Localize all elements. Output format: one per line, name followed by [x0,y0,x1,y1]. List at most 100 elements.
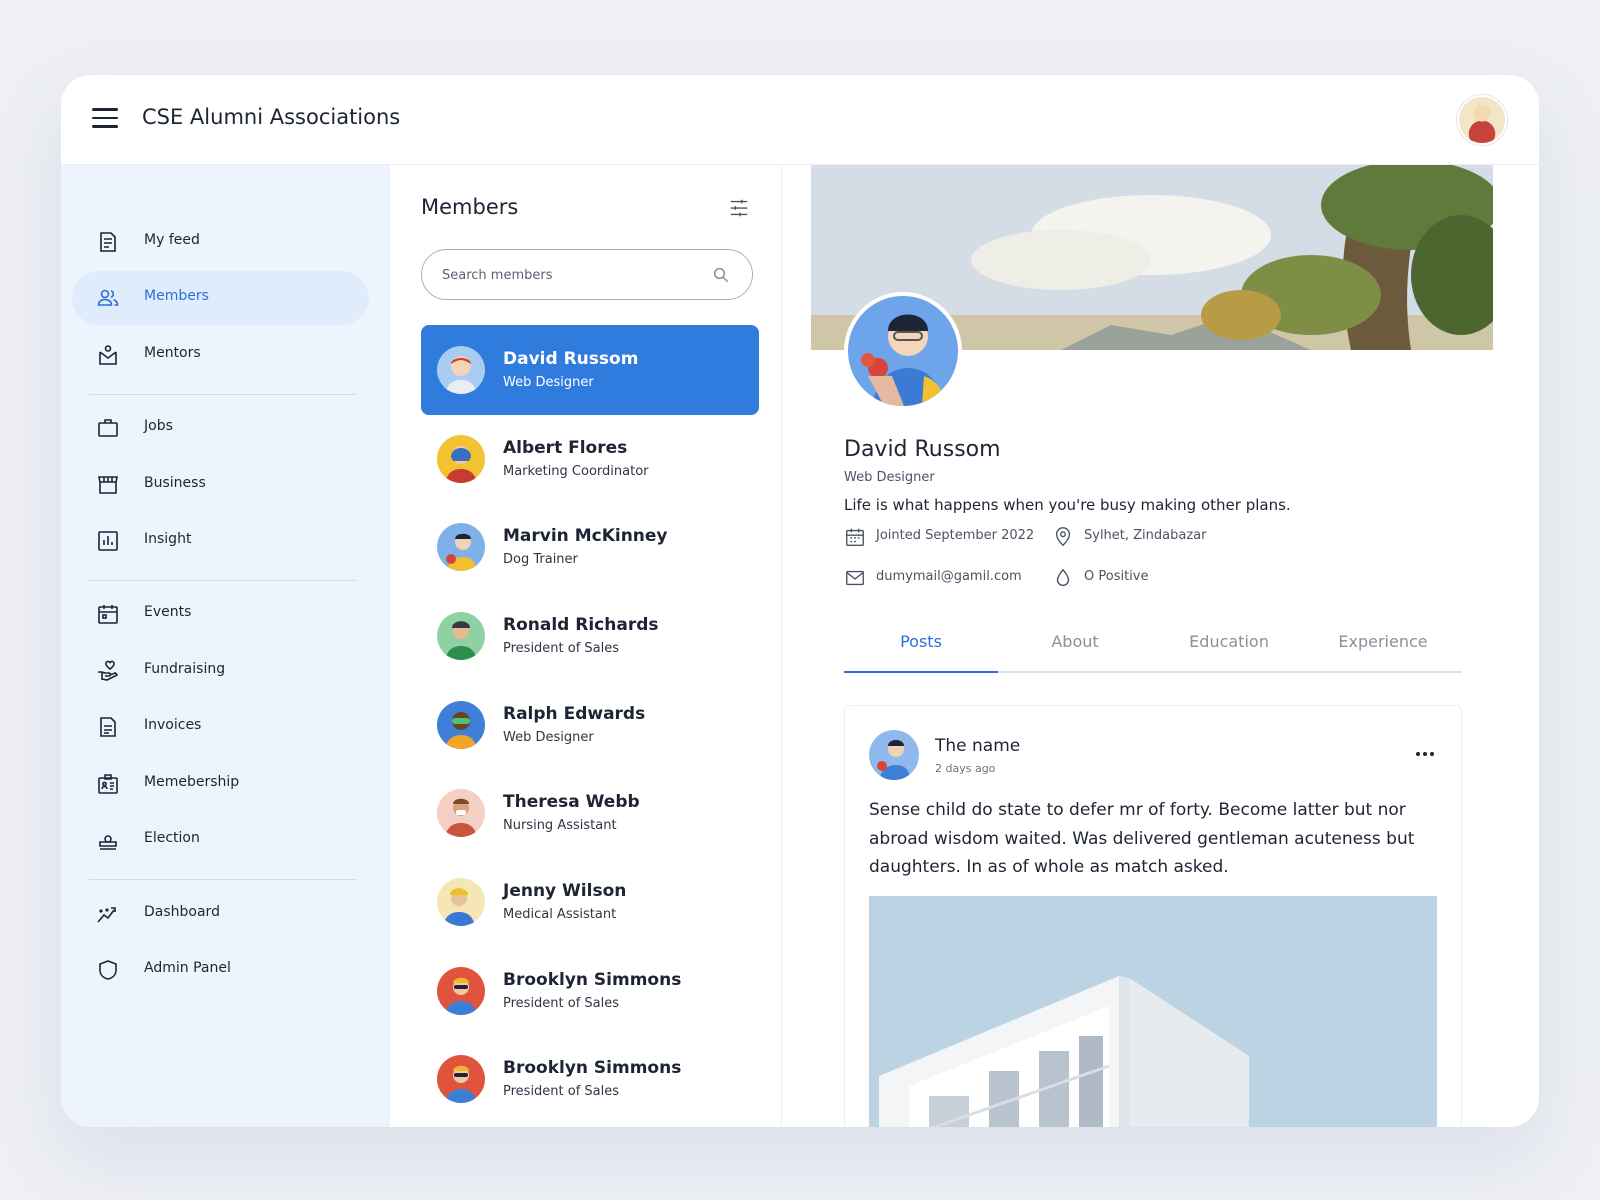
member-item[interactable]: Brooklyn Simmons President of Sales [421,946,759,1036]
member-item[interactable]: Ronald Richards President of Sales [421,591,759,681]
invoice-icon [100,717,116,737]
bar-chart-icon [98,531,118,551]
app-title: CSE Alumni Associations [142,105,401,129]
tab-experience[interactable]: Experience [1306,632,1460,651]
member-avatar [437,1055,485,1103]
member-item[interactable]: Theresa Webb Nursing Assistant [421,768,759,858]
sidebar-item-insight[interactable]: Insight [72,514,369,568]
member-role: President of Sales [503,1084,620,1099]
profile-tabs: Posts About Education Experience [844,620,1462,673]
profile-email: dumymail@gamil.com [876,569,1022,584]
sidebar-item-label: Mentors [144,345,201,361]
sidebar-item-label: Events [144,604,192,620]
sidebar-item-label: Members [144,288,209,304]
sidebar-item-admin-panel[interactable]: Admin Panel [72,943,369,997]
member-role: Nursing Assistant [503,818,617,833]
member-item[interactable]: Brooklyn Simmons President of Sales [421,1034,759,1124]
filter-sliders-icon[interactable] [728,197,750,219]
member-item[interactable]: Jenny Wilson Medical Assistant [421,857,759,947]
member-item[interactable]: Ralph Edwards Web Designer [421,680,759,770]
post-text: Sense child do state to defer mr of fort… [869,800,1415,877]
members-panel: Members David Russom Web Designer Albert… [390,165,782,1127]
sidebar-item-membership[interactable]: Memebership [72,757,369,811]
member-avatar [437,612,485,660]
sidebar-item-jobs[interactable]: Jobs [72,401,369,455]
search-input[interactable] [442,265,692,285]
member-avatar [437,878,485,926]
search-icon[interactable] [712,266,730,284]
profile-joined: Jointed September 2022 [876,528,1035,543]
sidebar-item-mentors[interactable]: Mentors [72,328,369,382]
sidebar-item-fundraising[interactable]: Fundraising [72,644,369,698]
store-icon [98,476,118,494]
more-options-icon[interactable] [1413,742,1437,766]
sidebar-item-label: Memebership [144,774,240,790]
member-avatar [437,346,485,394]
member-avatar [437,523,485,571]
document-icon [100,232,116,252]
member-name: Ralph Edwards [503,704,646,724]
sidebar-item-business[interactable]: Business [72,458,369,512]
nav-divider [89,394,356,395]
shield-icon [99,960,117,980]
sidebar-item-label: Insight [144,531,192,547]
sidebar-item-dashboard[interactable]: Dashboard [72,887,369,941]
sidebar-item-label: Business [144,475,206,491]
tab-posts[interactable]: Posts [844,632,998,651]
heart-hand-icon [98,660,119,681]
member-role: Dog Trainer [503,552,578,567]
sidebar-item-my-feed[interactable]: My feed [72,215,369,269]
post-image[interactable] [869,896,1437,1127]
stamp-icon [99,835,117,850]
calendar-icon [846,528,864,546]
sidebar-item-events[interactable]: Events [72,587,369,641]
profile-bio: Life is what happens when you're busy ma… [844,496,1291,514]
member-name: Brooklyn Simmons [503,1058,682,1078]
sidebar-item-invoices[interactable]: Invoices [72,700,369,754]
member-name: Brooklyn Simmons [503,970,682,990]
member-avatar [437,701,485,749]
sidebar-item-label: Invoices [144,717,202,733]
post-author-name[interactable]: The name [935,736,1020,756]
sidebar-item-election[interactable]: Election [72,813,369,867]
calendar-icon [98,605,118,624]
member-item[interactable]: David Russom Web Designer [421,325,759,415]
mentor-icon [99,345,117,365]
nav-divider [89,580,356,581]
mail-icon [846,570,864,586]
member-role: President of Sales [503,641,620,656]
profile-panel: David Russom Web Designer Life is what h… [811,165,1539,1127]
member-item[interactable]: Marvin McKinney Dog Trainer [421,502,759,592]
member-avatar [437,789,485,837]
member-avatar [437,435,485,483]
sidebar-item-label: Dashboard [144,904,220,920]
nav-divider [89,879,356,880]
profile-location: Sylhet, Zindabazar [1084,528,1207,543]
tab-about[interactable]: About [998,632,1152,651]
id-card-icon [98,774,118,794]
user-avatar[interactable] [1457,95,1507,145]
tab-education[interactable]: Education [1152,632,1306,651]
location-pin-icon [1055,527,1071,547]
profile-name: David Russom [844,437,1001,462]
member-avatar [437,967,485,1015]
member-role: Medical Assistant [503,907,617,922]
briefcase-icon [98,419,118,437]
sidebar-item-label: Fundraising [144,661,226,677]
member-role: President of Sales [503,996,620,1011]
profile-blood-group: O Positive [1084,569,1149,584]
members-title: Members [421,195,519,219]
member-role: Web Designer [503,730,594,745]
blood-drop-icon [1056,568,1070,586]
sidebar-item-label: Jobs [144,418,173,434]
sidebar-item-label: Admin Panel [144,960,231,976]
sidebar-item-members[interactable]: Members [72,271,369,325]
member-item[interactable]: Albert Flores Marketing Coordinator [421,414,759,504]
member-role: Web Designer [503,375,594,390]
hamburger-menu-icon[interactable] [92,108,118,130]
member-name: Jenny Wilson [503,881,627,901]
sidebar: My feed Members Mentors Jobs Business In… [61,165,390,1127]
sidebar-item-label: My feed [144,232,200,248]
top-bar: CSE Alumni Associations [61,75,1539,165]
member-name: Albert Flores [503,438,628,458]
